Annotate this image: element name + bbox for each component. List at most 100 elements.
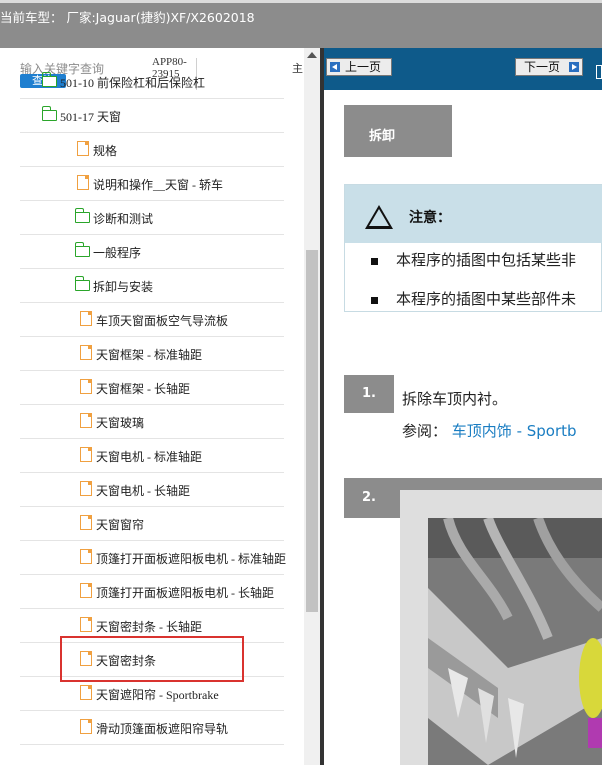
document-icon — [78, 481, 94, 497]
folder-icon — [41, 72, 58, 89]
reference-link[interactable]: 车顶内饰 - Sportb — [452, 422, 577, 440]
tree-item[interactable]: 顶篷打开面板遮阳板电机 - 长轴距 — [20, 575, 284, 609]
folder-shape — [74, 208, 90, 223]
document-icon — [75, 141, 91, 157]
folder-icon — [41, 106, 58, 123]
window-edge — [0, 0, 602, 3]
document-icon — [75, 175, 91, 191]
document-shape — [80, 617, 92, 632]
more-label[interactable]: 主 — [292, 60, 303, 76]
folder-icon — [74, 242, 91, 259]
document-content: 拆卸 注意： 本程序的插图中包括某些非 本程序的插图中某些部件未 1. 拆除车顶… — [324, 90, 602, 765]
document-icon — [78, 549, 94, 565]
tree-item[interactable]: 天窗框架 - 长轴距 — [20, 371, 284, 405]
arrow-left-icon — [330, 62, 340, 72]
document-shape — [80, 311, 92, 326]
tree-item-label: 车顶天窗面板空气导流板 — [96, 314, 229, 328]
document-icon — [78, 685, 94, 701]
folder-icon — [74, 208, 91, 225]
document-shape — [80, 583, 92, 598]
tree-item-label: 天窗窗帘 — [96, 518, 145, 532]
tree-item[interactable]: 天窗电机 - 标准轴距 — [20, 439, 284, 473]
doc-nav-bar: 上一页 下一页 — [324, 48, 602, 90]
scroll-thumb[interactable] — [306, 250, 318, 612]
tree-item-label: 拆卸与安装 — [93, 280, 154, 294]
caution-note: 注意： 本程序的插图中包括某些非 本程序的插图中某些部件未 — [344, 184, 602, 312]
bullet-icon — [371, 297, 378, 304]
document-shape — [80, 413, 92, 428]
tree-item-label: 顶篷打开面板遮阳板电机 - 标准轴距 — [96, 552, 286, 566]
tree-item[interactable]: 一般程序 — [20, 235, 284, 269]
document-panel: 上一页 下一页 拆卸 注意： 本程序的插图中包括某些非 本程序的插图中某些部件未… — [324, 48, 602, 765]
document-icon — [78, 379, 94, 395]
tree-item[interactable]: 天窗电机 - 长轴距 — [20, 473, 284, 507]
step-number: 2. — [362, 490, 376, 505]
tree-item-label: 规格 — [93, 144, 118, 158]
tree-item-label: 天窗电机 - 标准轴距 — [96, 450, 202, 464]
prev-page-button[interactable]: 上一页 — [326, 58, 392, 76]
section-title: 拆卸 — [369, 129, 396, 144]
document-shape — [80, 481, 92, 496]
document-icon — [78, 719, 94, 735]
document-shape — [77, 141, 89, 156]
document-shape — [80, 515, 92, 530]
tree-item-label: 天窗框架 - 长轴距 — [96, 382, 190, 396]
step-number: 1. — [344, 375, 394, 413]
illustration-image — [428, 516, 602, 765]
document-shape — [77, 175, 89, 190]
folder-shape — [74, 242, 90, 257]
tree-item[interactable]: 顶篷打开面板遮阳板电机 - 标准轴距 — [20, 541, 286, 575]
folder-shape — [74, 276, 90, 291]
document-icon — [78, 413, 94, 429]
next-page-label: 下一页 — [524, 60, 561, 74]
tree-item[interactable]: 规格 — [20, 133, 284, 167]
tree-item[interactable]: 拆卸与安装 — [20, 269, 284, 303]
selection-highlight-box — [60, 636, 244, 682]
step-text: 拆除车顶内衬。 — [402, 390, 508, 408]
tree-item[interactable]: 说明和操作__天窗 - 轿车 — [20, 167, 284, 201]
warning-triangle-icon — [365, 205, 393, 229]
document-shape — [80, 719, 92, 734]
document-icon — [78, 447, 94, 463]
nav-extra-icon[interactable] — [596, 65, 602, 79]
note-bullet-text: 本程序的插图中包括某些非 — [396, 251, 577, 269]
document-shape — [80, 379, 92, 394]
document-icon — [78, 515, 94, 531]
tree-item-label: 501-10 前保险杠和后保险杠 — [60, 76, 205, 90]
roof-illustration — [428, 516, 602, 765]
reference-label: 参阅： — [402, 422, 448, 440]
caution-title: 注意： — [409, 210, 451, 226]
document-icon — [78, 345, 94, 361]
folder-icon — [74, 276, 91, 293]
document-icon — [78, 617, 94, 633]
tree-item[interactable]: 诊断和测试 — [20, 201, 284, 235]
tree-item[interactable]: 车顶天窗面板空气导流板 — [20, 303, 284, 337]
document-shape — [80, 345, 92, 360]
step-reference: 参阅： 车顶内饰 - Sportb — [402, 420, 577, 441]
tree-item[interactable]: 天窗玻璃 — [20, 405, 284, 439]
tree-item[interactable]: 滑动顶篷面板遮阳帘导轨 — [20, 711, 284, 745]
note-bullet-text: 本程序的插图中某些部件未 — [396, 290, 577, 308]
tree-item-label: 天窗电机 - 长轴距 — [96, 484, 190, 498]
tree-item[interactable]: 天窗框架 - 标准轴距 — [20, 337, 284, 371]
tree-item-label: 501-17 天窗 — [60, 110, 121, 124]
document-icon — [78, 311, 94, 327]
section-header-blank — [452, 105, 602, 157]
tree-item-label: 一般程序 — [93, 246, 142, 260]
document-icon — [78, 583, 94, 599]
tree-item-label: 说明和操作__天窗 - 轿车 — [93, 178, 223, 192]
arrow-right-icon — [569, 62, 579, 72]
tree-item[interactable]: 天窗窗帘 — [20, 507, 284, 541]
tree-item-label: 诊断和测试 — [93, 212, 154, 226]
next-page-button[interactable]: 下一页 — [515, 58, 583, 76]
scroll-up-arrow-icon[interactable] — [307, 52, 317, 58]
section-header: 拆卸 — [344, 105, 602, 157]
tree-item[interactable]: 501-17 天窗 — [20, 99, 284, 133]
tree-item-label: 天窗框架 - 标准轴距 — [96, 348, 202, 362]
tree-item[interactable]: 501-10 前保险杠和后保险杠 — [20, 65, 284, 99]
tree-item[interactable]: 天窗遮阳帘 - Sportbrake — [20, 677, 284, 711]
tree-item-label: 天窗密封条 - 长轴距 — [96, 620, 202, 634]
document-shape — [80, 447, 92, 462]
title-bar: 当前车型： 厂家:Jaguar(捷豹)XF/X2602018 — [0, 0, 602, 48]
bullet-icon — [371, 258, 378, 265]
